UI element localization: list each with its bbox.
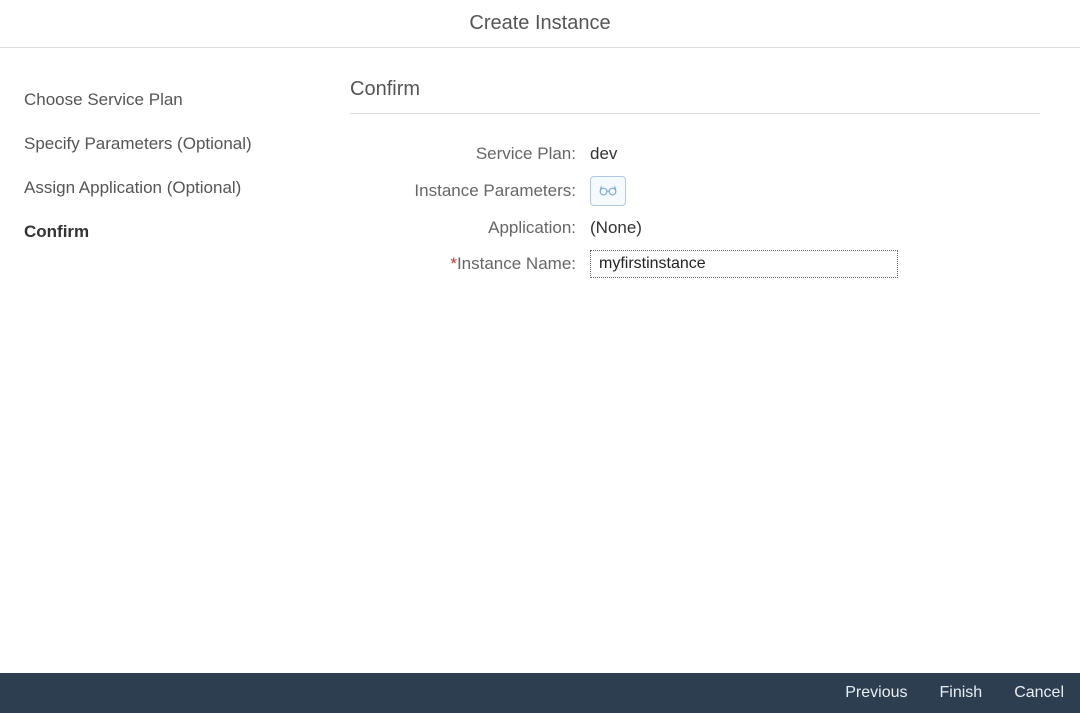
sidebar-item-label: Choose Service Plan (24, 90, 183, 109)
row-instance-parameters: Instance Parameters: (350, 176, 1040, 206)
sidebar-item-specify-parameters[interactable]: Specify Parameters (Optional) (24, 122, 320, 166)
previous-button[interactable]: Previous (843, 680, 909, 706)
view-parameters-button[interactable] (590, 176, 626, 206)
value-application: (None) (590, 218, 642, 238)
instance-name-input[interactable] (590, 250, 898, 278)
dialog-footer: Previous Finish Cancel (0, 673, 1080, 713)
cancel-button[interactable]: Cancel (1012, 680, 1066, 706)
label-instance-parameters: Instance Parameters: (350, 181, 590, 201)
sidebar-item-label: Assign Application (Optional) (24, 178, 241, 197)
dialog-content: Choose Service Plan Specify Parameters (… (0, 48, 1080, 673)
label-instance-name: *Instance Name: (350, 254, 590, 274)
sidebar-item-assign-application[interactable]: Assign Application (Optional) (24, 166, 320, 210)
sidebar-item-choose-service-plan[interactable]: Choose Service Plan (24, 78, 320, 122)
value-service-plan: dev (590, 144, 617, 164)
dialog-header: Create Instance (0, 0, 1080, 48)
section-title: Confirm (350, 78, 1040, 114)
required-indicator: * (450, 254, 457, 273)
finish-button[interactable]: Finish (938, 680, 985, 706)
glasses-icon (599, 183, 617, 200)
row-instance-name: *Instance Name: (350, 250, 1040, 278)
main-panel: Confirm Service Plan: dev Instance Param… (320, 48, 1080, 673)
sidebar-item-label: Specify Parameters (Optional) (24, 134, 252, 153)
dialog-title: Create Instance (0, 12, 1080, 35)
wizard-steps-sidebar: Choose Service Plan Specify Parameters (… (0, 48, 320, 673)
sidebar-item-label: Confirm (24, 222, 89, 241)
sidebar-item-confirm[interactable]: Confirm (24, 210, 320, 254)
row-service-plan: Service Plan: dev (350, 144, 1040, 164)
label-application: Application: (350, 218, 590, 238)
label-service-plan: Service Plan: (350, 144, 590, 164)
row-application: Application: (None) (350, 218, 1040, 238)
